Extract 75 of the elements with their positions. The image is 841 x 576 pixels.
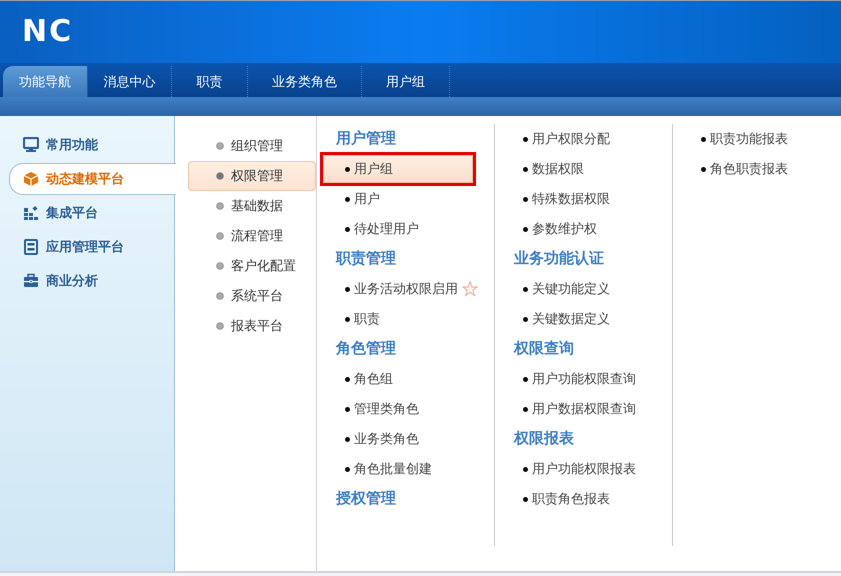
menu-item[interactable]: 用户功能权限查询 xyxy=(501,365,637,393)
sidebar-item[interactable]: 集成平台 xyxy=(0,197,174,229)
menu-item[interactable]: 用户权限分配 xyxy=(501,125,611,153)
bullet-icon xyxy=(216,232,224,240)
bullet-icon xyxy=(523,466,528,472)
menu-item[interactable]: 关键功能定义 xyxy=(501,275,611,303)
category-item[interactable]: 流程管理 xyxy=(188,221,316,251)
bullet-icon xyxy=(345,286,350,292)
category-item[interactable]: 组织管理 xyxy=(188,131,316,161)
menu-item[interactable]: 职责角色报表 xyxy=(501,485,611,513)
sidebar-item[interactable]: 商业分析 xyxy=(0,265,174,297)
menu-item[interactable]: 数据权限 xyxy=(501,155,585,183)
bullet-icon xyxy=(216,322,224,330)
bullet-icon xyxy=(216,142,224,150)
bullet-icon xyxy=(216,202,224,210)
sidebar-item[interactable]: 应用管理平台 xyxy=(0,231,174,263)
category-item[interactable]: 报表平台 xyxy=(188,311,316,341)
section-heading: 职责管理 xyxy=(334,248,397,269)
category-item[interactable]: 客户化配置 xyxy=(188,251,316,281)
bullet-icon xyxy=(701,136,706,142)
menu-item[interactable]: 角色组 xyxy=(323,365,394,393)
menu-item[interactable]: 用户 xyxy=(323,185,381,213)
menu-item[interactable]: 管理类角色 xyxy=(323,395,420,423)
category-item[interactable]: 系统平台 xyxy=(188,281,316,311)
sidebar-item[interactable]: 常用功能 xyxy=(0,129,174,161)
cabinet-icon xyxy=(23,239,39,255)
nav-tab[interactable]: 功能导航 xyxy=(3,66,88,97)
bullet-icon xyxy=(523,406,528,412)
category-item[interactable]: 基础数据 xyxy=(188,191,316,221)
section-heading: 权限报表 xyxy=(512,428,575,449)
bullet-icon xyxy=(523,316,528,322)
menu-item[interactable]: 用户功能权限报表 xyxy=(501,455,637,483)
star-icon[interactable] xyxy=(462,281,478,297)
section-heading: 用户管理 xyxy=(334,128,397,149)
menu-item[interactable]: 职责 xyxy=(323,305,381,333)
menu-item[interactable]: 参数维护权 xyxy=(501,215,598,243)
bullet-icon xyxy=(345,166,350,172)
menu-item[interactable]: 用户组 xyxy=(323,155,473,183)
menu-item[interactable]: 角色批量创建 xyxy=(323,455,433,483)
menu-item[interactable]: 待处理用户 xyxy=(323,215,420,243)
menu-item[interactable]: 角色职责报表 xyxy=(679,155,789,183)
menu-item[interactable]: 用户数据权限查询 xyxy=(501,395,637,423)
bullet-icon xyxy=(216,172,224,180)
section-heading: 授权管理 xyxy=(334,488,397,509)
bullet-icon xyxy=(345,196,350,202)
section-heading: 角色管理 xyxy=(334,338,397,359)
bullet-icon xyxy=(523,136,528,142)
cube-icon xyxy=(23,171,39,187)
bullet-icon xyxy=(345,436,350,442)
monitor-icon xyxy=(23,137,39,153)
bullet-icon xyxy=(345,466,350,472)
section-heading: 权限查询 xyxy=(512,338,575,359)
bullet-icon xyxy=(523,376,528,382)
menu-item[interactable]: 特殊数据权限 xyxy=(501,185,611,213)
bullet-icon xyxy=(345,226,350,232)
bullet-icon xyxy=(701,166,706,172)
bullet-icon xyxy=(345,376,350,382)
logo: NC xyxy=(22,17,74,47)
menu-item[interactable]: 职责功能报表 xyxy=(679,125,789,153)
bullet-icon xyxy=(523,286,528,292)
bullet-icon xyxy=(523,196,528,202)
menu-item[interactable]: 业务活动权限启用 xyxy=(323,275,459,303)
bullet-icon xyxy=(523,226,528,232)
section-heading: 业务功能认证 xyxy=(513,248,605,269)
grid-icon xyxy=(23,205,39,221)
bullet-icon xyxy=(216,262,224,270)
menu-item[interactable]: 业务类角色 xyxy=(323,425,420,453)
bullet-icon xyxy=(345,316,350,322)
bullet-icon xyxy=(345,406,350,412)
category-item[interactable]: 权限管理 xyxy=(188,161,316,191)
bullet-icon xyxy=(216,292,224,300)
briefcase-icon xyxy=(23,273,39,289)
bullet-icon xyxy=(523,166,528,172)
bullet-icon xyxy=(523,496,528,502)
menu-item[interactable]: 关键数据定义 xyxy=(501,305,611,333)
